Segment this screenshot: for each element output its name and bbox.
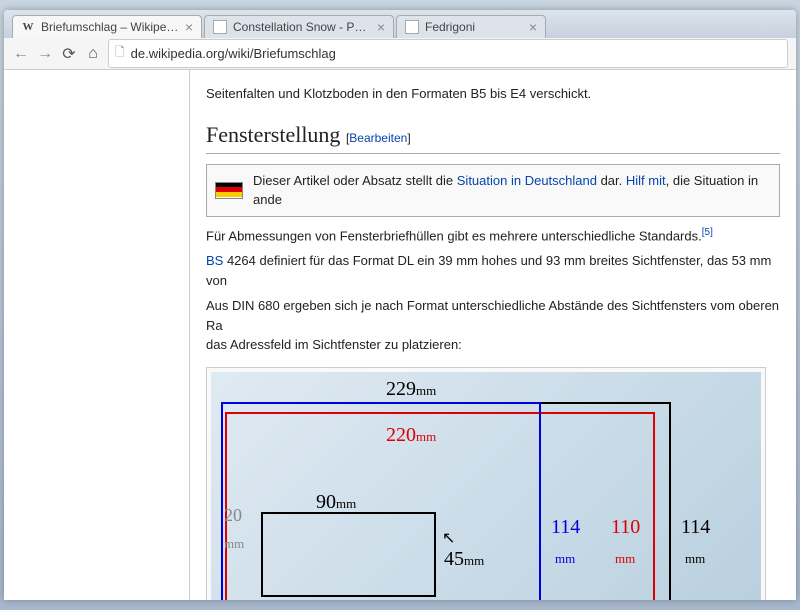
envelope-diagram[interactable]: 229mm 220mm 90mm 45mm 20mm (211, 372, 761, 600)
tab-fedrigoni[interactable]: Fedrigoni × (396, 15, 546, 38)
favicon-generic (405, 20, 419, 34)
country-notice: Dieser Artikel oder Absatz stellt die Si… (206, 164, 780, 217)
section-title: Fensterstellung (206, 122, 340, 147)
diagram-container: 229mm 220mm 90mm 45mm 20mm (206, 367, 766, 600)
toolbar: ← → ⟳ ⌂ 🗋 de.wikipedia.org/wiki/Briefums… (4, 38, 796, 70)
paragraph: BS 4264 definiert für das Format DL ein … (206, 251, 780, 290)
favicon-wikipedia: W (21, 20, 35, 34)
footnote-ref[interactable]: [5] (702, 227, 713, 238)
tab-constellation[interactable]: Constellation Snow - Pape × (204, 15, 394, 38)
address-bar[interactable]: 🗋 de.wikipedia.org/wiki/Briefumschlag (108, 39, 788, 68)
close-icon[interactable]: × (377, 20, 385, 34)
tab-bar: W Briefumschlag – Wikipedia × Constellat… (4, 10, 796, 38)
germany-flag-icon (215, 182, 243, 199)
paragraph: Für Abmessungen von Fensterbriefhüllen g… (206, 225, 780, 246)
tab-title: Briefumschlag – Wikipedia (41, 20, 179, 34)
close-icon[interactable]: × (185, 20, 193, 34)
favicon-generic (213, 20, 227, 34)
situation-link[interactable]: Situation in Deutschland (457, 173, 597, 188)
section-heading: Fensterstellung [Bearbeiten] (206, 118, 780, 154)
window-rect (261, 512, 436, 597)
page-content: Seitenfalten und Klotzboden in den Forma… (4, 70, 796, 600)
dim-114-black: 114mm (681, 512, 710, 572)
url-text: de.wikipedia.org/wiki/Briefumschlag (131, 46, 336, 61)
tab-wikipedia[interactable]: W Briefumschlag – Wikipedia × (12, 15, 202, 38)
notice-text: Dieser Artikel oder Absatz stellt die Si… (253, 171, 771, 210)
back-button[interactable]: ← (12, 45, 30, 63)
edit-link[interactable]: Bearbeiten (349, 131, 407, 145)
tab-title: Constellation Snow - Pape (233, 20, 371, 34)
dim-110: 110mm (611, 512, 640, 572)
bs-link[interactable]: BS (206, 253, 223, 268)
dim-229: 229mm (386, 374, 436, 404)
dim-114-blue: 114mm (551, 512, 580, 572)
browser-window: W Briefumschlag – Wikipedia × Constellat… (4, 10, 796, 600)
article-body: Seitenfalten und Klotzboden in den Forma… (189, 70, 796, 600)
forward-button[interactable]: → (36, 45, 54, 63)
reload-button[interactable]: ⟳ (60, 45, 78, 63)
help-link[interactable]: Hilf mit (626, 173, 666, 188)
mouse-cursor-icon: ↖ (442, 527, 455, 551)
paragraph: Aus DIN 680 ergeben sich je nach Format … (206, 296, 780, 355)
dim-20: 20mm (224, 502, 244, 556)
dim-90: 90mm (316, 487, 356, 517)
close-icon[interactable]: × (529, 20, 537, 34)
home-button[interactable]: ⌂ (84, 45, 102, 63)
page-icon: 🗋 (115, 43, 125, 64)
intro-fragment: Seitenfalten und Klotzboden in den Forma… (206, 84, 780, 104)
tab-title: Fedrigoni (425, 20, 523, 34)
left-gutter (4, 70, 189, 600)
